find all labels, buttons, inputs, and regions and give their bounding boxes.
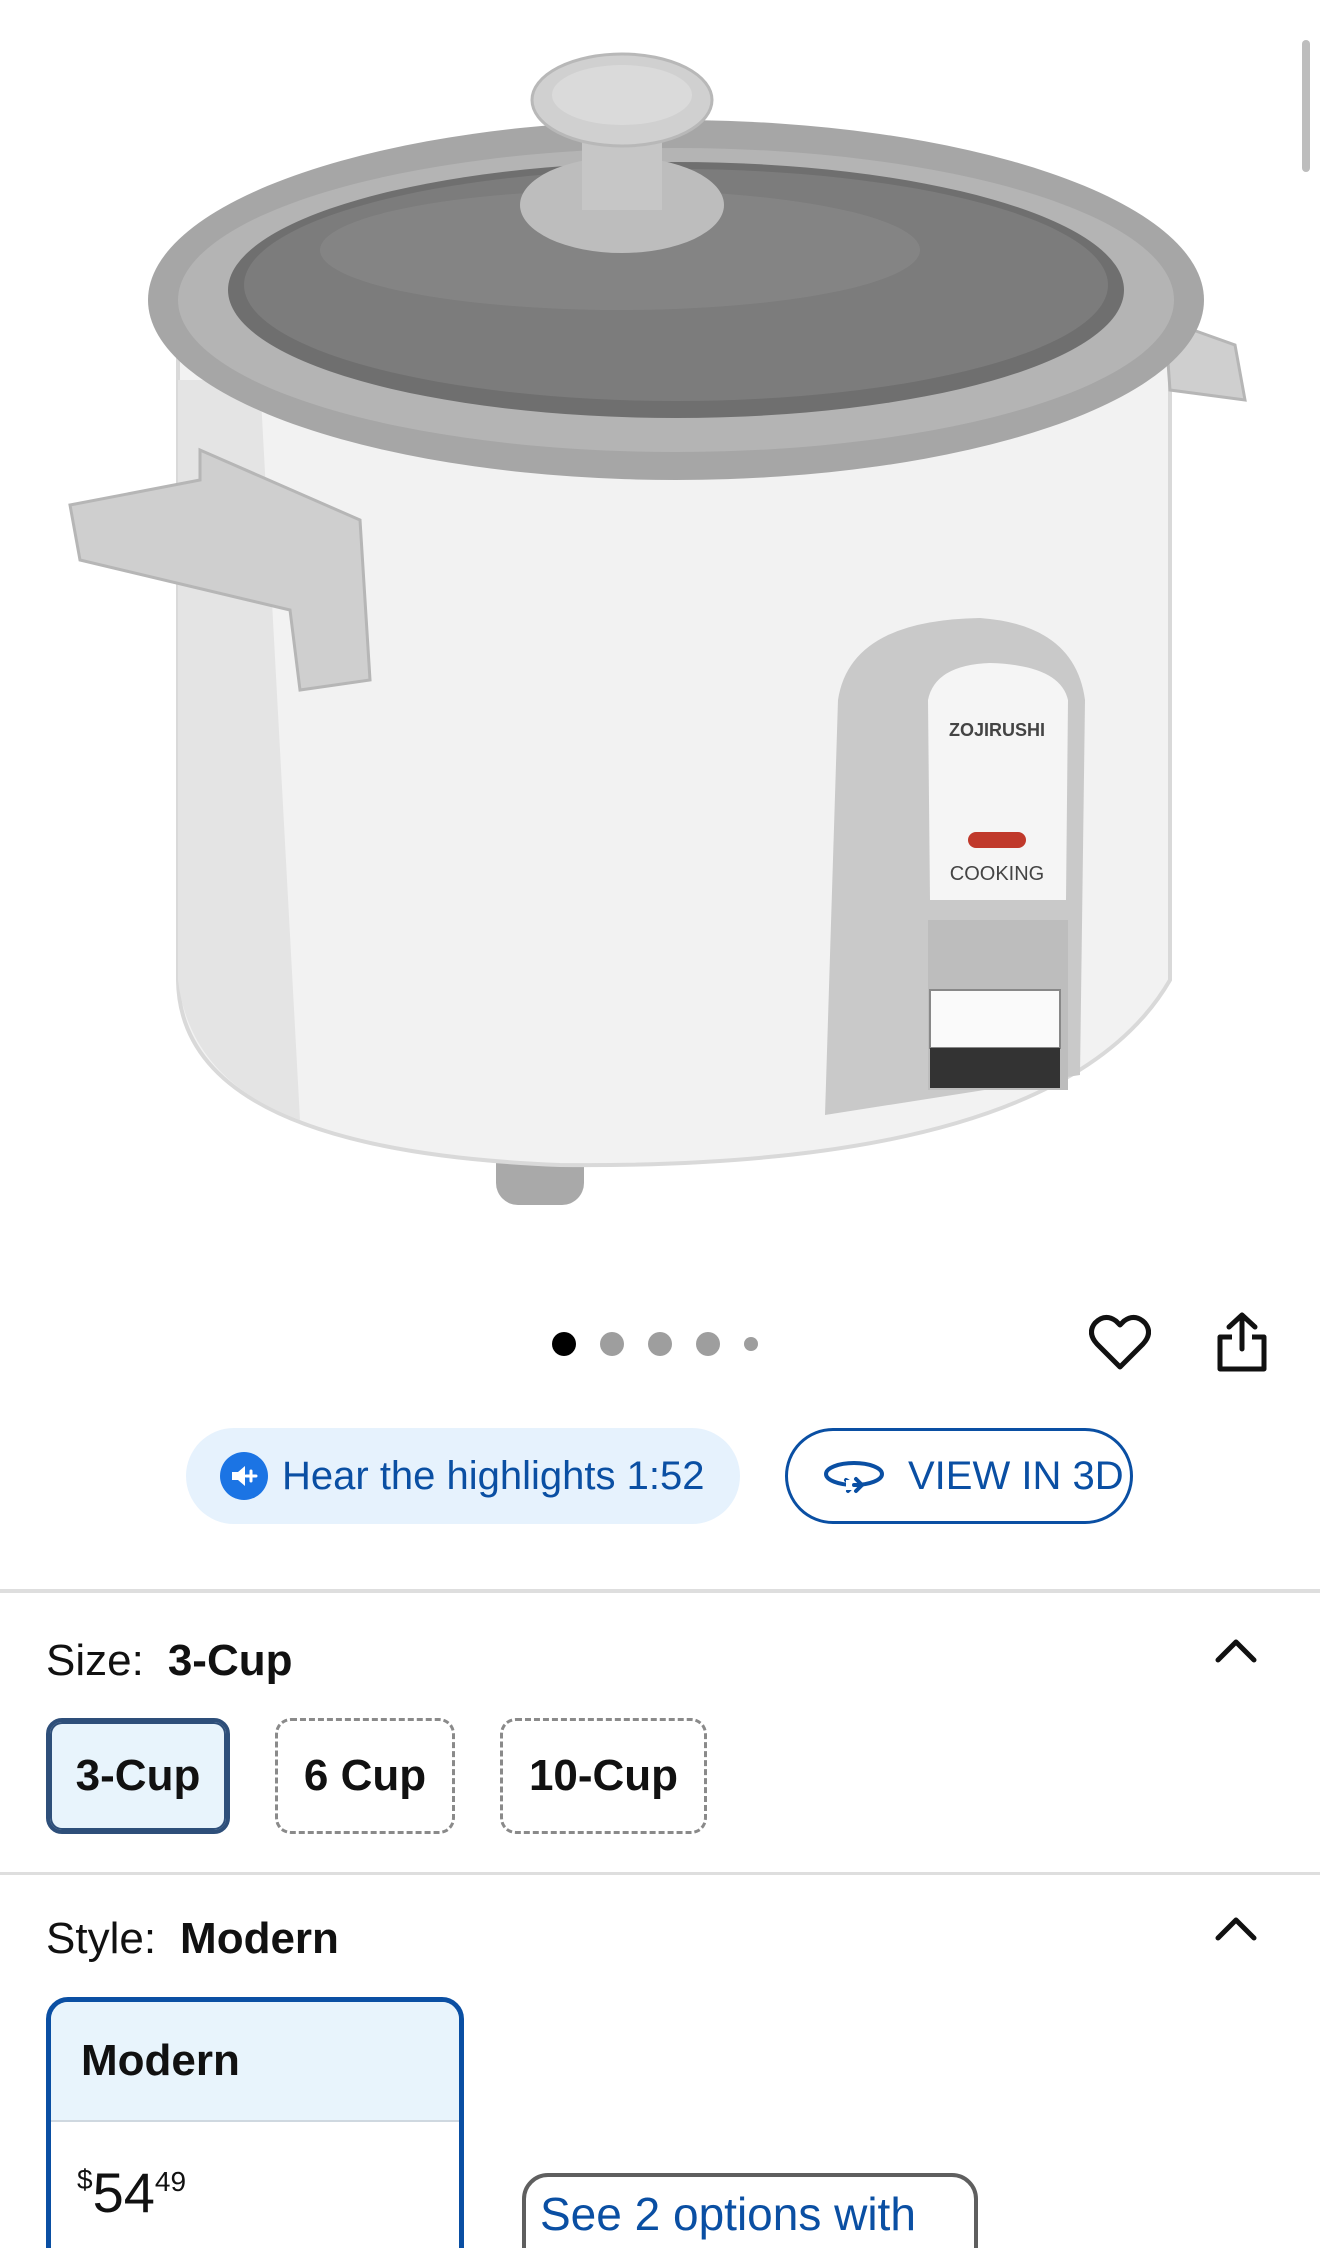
view-in-3d-button[interactable]: VIEW IN 3D	[785, 1428, 1133, 1524]
style-option-modern[interactable]: Modern $ 54 49	[46, 1997, 464, 2248]
speaker-sparkle-icon	[220, 1452, 268, 1500]
share-icon	[1217, 1312, 1267, 1372]
share-button[interactable]	[1206, 1306, 1278, 1378]
size-option-10-cup[interactable]: 10-Cup	[500, 1718, 707, 1834]
price-cents: 49	[154, 2166, 187, 2197]
rotate-3d-icon	[822, 1458, 886, 1494]
size-label: Size: 3-Cup	[46, 1636, 292, 1686]
status-label: COOKING	[950, 863, 1044, 885]
size-option-6-cup[interactable]: 6 Cup	[275, 1718, 455, 1834]
size-label-text: Size:	[46, 1636, 144, 1685]
chevron-up-icon[interactable]	[1210, 1624, 1262, 1676]
hear-highlights-label: Hear the highlights 1:52	[282, 1453, 705, 1498]
product-image[interactable]: ZOJIRUSHI COOKING	[0, 0, 1320, 1270]
favorite-button[interactable]	[1084, 1306, 1156, 1378]
carousel-dot[interactable]	[600, 1332, 624, 1356]
style-selected-value: Modern	[180, 1914, 339, 1963]
view-in-3d-label: VIEW IN 3D	[908, 1453, 1124, 1498]
carousel-dot[interactable]	[648, 1332, 672, 1356]
price-dollars: 54	[92, 2161, 155, 2224]
carousel-dot[interactable]	[552, 1332, 576, 1356]
brand-mark: ZOJIRUSHI	[949, 720, 1045, 740]
style-option-price: $ 54 49	[51, 2122, 459, 2225]
style-label-text: Style:	[46, 1914, 157, 1963]
style-label: Style: Modern	[46, 1914, 339, 1964]
rice-cooker-illustration: ZOJIRUSHI COOKING	[68, 52, 1247, 1205]
size-selected-value: 3-Cup	[167, 1636, 293, 1685]
image-carousel-dots[interactable]	[552, 1332, 758, 1356]
section-divider	[0, 1589, 1320, 1593]
chevron-up-icon[interactable]	[1210, 1902, 1262, 1954]
size-option-3-cup[interactable]: 3-Cup	[46, 1718, 230, 1834]
carousel-dot[interactable]	[744, 1337, 758, 1351]
heart-outline-icon	[1089, 1315, 1151, 1370]
style-option-name: Modern	[51, 2002, 459, 2122]
section-divider	[0, 1872, 1320, 1875]
price-currency: $	[77, 2164, 93, 2195]
see-options-button[interactable]: See 2 options with	[522, 2173, 978, 2248]
hear-highlights-button[interactable]: Hear the highlights 1:52	[186, 1428, 740, 1524]
carousel-dot[interactable]	[696, 1332, 720, 1356]
